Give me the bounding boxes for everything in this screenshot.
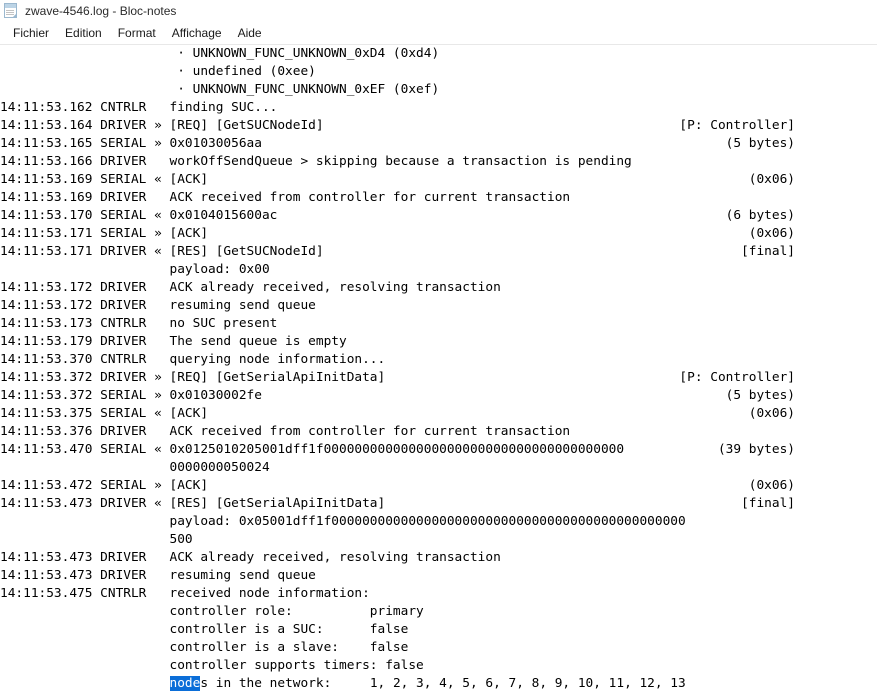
- log-line: 14:11:53.172 DRIVER resuming send queue: [0, 297, 877, 315]
- log-line-annotation: (0x06): [748, 478, 795, 493]
- log-line: 14:11:53.372 DRIVER » [REQ] [GetSerialAp…: [0, 369, 877, 387]
- log-line-text: 0000000050024: [0, 460, 270, 475]
- window-title: zwave-4546.log - Bloc-notes: [25, 4, 177, 18]
- log-line-text: 14:11:53.473 DRIVER ACK already received…: [0, 550, 501, 565]
- log-line: payload: 0x05001dff1f0000000000000000000…: [0, 513, 877, 531]
- log-line-annotation: [final]: [741, 496, 795, 511]
- log-line-text: 14:11:53.472 SERIAL » [ACK]: [0, 478, 209, 493]
- log-line-text: 14:11:53.475 CNTRLR received node inform…: [0, 586, 370, 601]
- log-line: 14:11:53.165 SERIAL » 0x01030056aa (5 byt…: [0, 135, 877, 153]
- log-line-text: 14:11:53.164 DRIVER » [REQ] [GetSUCNodeI…: [0, 118, 324, 133]
- text-selection-highlight: node: [169, 676, 201, 691]
- log-line-text: controller is a slave: false: [0, 640, 409, 655]
- log-line-text: payload: 0x00: [0, 262, 270, 277]
- window-titlebar: zwave-4546.log - Bloc-notes: [0, 0, 877, 22]
- log-line: controller supports timers: false: [0, 657, 877, 675]
- log-line: 14:11:53.162 CNTRLR finding SUC...: [0, 99, 877, 117]
- notepad-icon: [3, 3, 19, 19]
- log-line: · UNKNOWN_FUNC_UNKNOWN_0xD4 (0xd4): [0, 45, 877, 63]
- log-line-text: 14:11:53.171 SERIAL » [ACK]: [0, 226, 209, 241]
- log-line-text: 14:11:53.170 SERIAL « 0x0104015600ac: [0, 208, 278, 223]
- log-line-text: 14:11:53.375 SERIAL « [ACK]: [0, 406, 209, 421]
- log-line-text: 14:11:53.179 DRIVER The send queue is em…: [0, 334, 347, 349]
- log-line-text: 14:11:53.172 DRIVER resuming send queue: [0, 298, 316, 313]
- log-line: · undefined (0xee): [0, 63, 877, 81]
- log-line: 14:11:53.470 SERIAL « 0x0125010205001dff…: [0, 441, 877, 459]
- log-line-annotation: (39 bytes): [717, 442, 795, 457]
- log-line-annotation: (5 bytes): [725, 388, 795, 403]
- log-line: 14:11:53.375 SERIAL « [ACK] (0x06): [0, 405, 877, 423]
- log-line-text: payload: 0x05001dff1f0000000000000000000…: [0, 514, 686, 529]
- log-line-text: controller is a SUC: false: [0, 622, 409, 637]
- log-line-annotation: (0x06): [748, 406, 795, 421]
- log-line: 14:11:53.473 DRIVER « [RES] [GetSerialAp…: [0, 495, 877, 513]
- log-line: 14:11:53.179 DRIVER The send queue is em…: [0, 333, 877, 351]
- log-line-text: 14:11:53.173 CNTRLR no SUC present: [0, 316, 278, 331]
- log-line-text: controller role: primary: [0, 604, 424, 619]
- log-line-text: 14:11:53.370 CNTRLR querying node inform…: [0, 352, 386, 367]
- menu-item-edition[interactable]: Edition: [57, 24, 110, 42]
- log-line-annotation: (5 bytes): [725, 136, 795, 151]
- log-line: 14:11:53.170 SERIAL « 0x0104015600ac (6 b…: [0, 207, 877, 225]
- log-line: 14:11:53.166 DRIVER workOffSendQueue > s…: [0, 153, 877, 171]
- log-line-annotation: (0x06): [748, 226, 795, 241]
- menu-bar: Fichier Edition Format Affichage Aide: [0, 22, 877, 44]
- log-line-text: 14:11:53.169 SERIAL « [ACK]: [0, 172, 209, 187]
- log-line: 14:11:53.171 SERIAL » [ACK] (0x06): [0, 225, 877, 243]
- log-line: 14:11:53.169 DRIVER ACK received from co…: [0, 189, 877, 207]
- log-line-text: 14:11:53.470 SERIAL « 0x0125010205001dff…: [0, 442, 625, 457]
- log-line: 14:11:53.164 DRIVER » [REQ] [GetSUCNodeI…: [0, 117, 877, 135]
- log-text-area[interactable]: · UNKNOWN_FUNC_UNKNOWN_0xD4 (0xd4) · und…: [0, 45, 877, 695]
- log-line: controller role: primary: [0, 603, 877, 621]
- log-line: controller is a SUC: false: [0, 621, 877, 639]
- log-line: 14:11:53.473 DRIVER resuming send queue: [0, 567, 877, 585]
- log-line-annotation: [P: Controller]: [679, 118, 795, 133]
- log-line: · UNKNOWN_FUNC_UNKNOWN_0xEF (0xef): [0, 81, 877, 99]
- log-line-text: 14:11:53.166 DRIVER workOffSendQueue > s…: [0, 154, 632, 169]
- menu-item-affichage[interactable]: Affichage: [164, 24, 230, 42]
- log-line-text: 14:11:53.169 DRIVER ACK received from co…: [0, 190, 571, 205]
- log-line-text: · undefined (0xee): [0, 64, 316, 79]
- menu-item-fichier[interactable]: Fichier: [5, 24, 57, 42]
- log-line-text: · UNKNOWN_FUNC_UNKNOWN_0xD4 (0xd4): [0, 46, 440, 61]
- log-line-annotation: [P: Controller]: [679, 370, 795, 385]
- log-line: nodes in the network: 1, 2, 3, 4, 5, 6, …: [0, 675, 877, 693]
- log-line-text: · UNKNOWN_FUNC_UNKNOWN_0xEF (0xef): [0, 82, 440, 97]
- log-line-text: 14:11:53.171 DRIVER « [RES] [GetSUCNodeI…: [0, 244, 324, 259]
- log-line: 14:11:53.472 SERIAL » [ACK] (0x06): [0, 477, 877, 495]
- log-line: controller is a slave: false: [0, 639, 877, 657]
- log-line: 14:11:53.475 CNTRLR received node inform…: [0, 585, 877, 603]
- log-line-text: 14:11:53.473 DRIVER resuming send queue: [0, 568, 316, 583]
- log-line-text: 500: [0, 532, 193, 547]
- log-line-annotation: (0x06): [748, 172, 795, 187]
- log-line: 14:11:53.173 CNTRLR no SUC present: [0, 315, 877, 333]
- log-line: payload: 0x00: [0, 261, 877, 279]
- menu-item-format[interactable]: Format: [110, 24, 164, 42]
- log-line: 500: [0, 531, 877, 549]
- log-line: 14:11:53.171 DRIVER « [RES] [GetSUCNodeI…: [0, 243, 877, 261]
- log-line-text: 14:11:53.162 CNTRLR finding SUC...: [0, 100, 278, 115]
- log-line: 14:11:53.172 DRIVER ACK already received…: [0, 279, 877, 297]
- log-line: 0000000050024: [0, 459, 877, 477]
- log-line: 14:11:53.370 CNTRLR querying node inform…: [0, 351, 877, 369]
- log-line-text: 14:11:53.372 SERIAL » 0x01030002fe: [0, 388, 262, 403]
- log-line-text: controller supports timers: false: [0, 658, 424, 673]
- log-line-text: 14:11:53.473 DRIVER « [RES] [GetSerialAp…: [0, 496, 386, 511]
- log-line-text: 14:11:53.172 DRIVER ACK already received…: [0, 280, 501, 295]
- log-line: 14:11:53.169 SERIAL « [ACK] (0x06): [0, 171, 877, 189]
- log-line-text: 14:11:53.165 SERIAL » 0x01030056aa: [0, 136, 262, 151]
- log-line: 14:11:53.372 SERIAL » 0x01030002fe (5 byt…: [0, 387, 877, 405]
- log-line-annotation: (6 bytes): [725, 208, 795, 223]
- log-line-text: 14:11:53.376 DRIVER ACK received from co…: [0, 424, 571, 439]
- log-line-text: 14:11:53.372 DRIVER » [REQ] [GetSerialAp…: [0, 370, 386, 385]
- log-line-annotation: [final]: [741, 244, 795, 259]
- log-line-text: nodes in the network: 1, 2, 3, 4, 5, 6, …: [169, 676, 686, 691]
- menu-item-aide[interactable]: Aide: [230, 24, 270, 42]
- log-line: 14:11:53.473 DRIVER ACK already received…: [0, 549, 877, 567]
- log-line: 14:11:53.376 DRIVER ACK received from co…: [0, 423, 877, 441]
